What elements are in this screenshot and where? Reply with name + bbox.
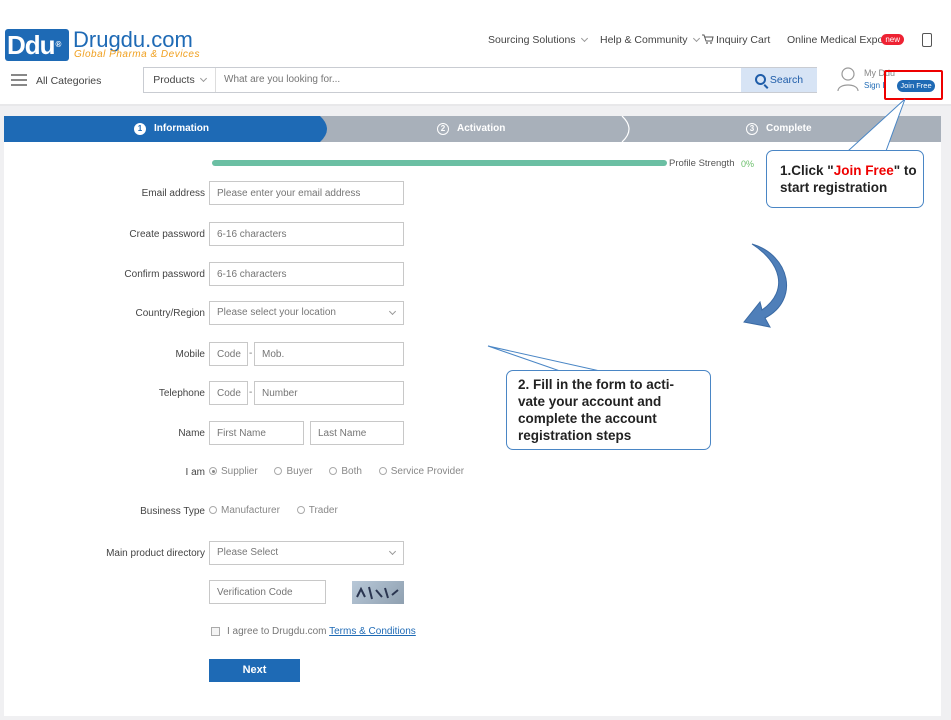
- annotation-overlay: [487, 98, 906, 372]
- callout-1-pointer: [846, 98, 906, 152]
- callout-fill-form: 2. Fill in the form to acti- vate your a…: [506, 370, 711, 450]
- curved-arrow-icon: [743, 243, 788, 328]
- callout-2-pointer: [487, 345, 601, 372]
- callout-join-free: 1.Click "Join Free" to start registratio…: [766, 150, 924, 208]
